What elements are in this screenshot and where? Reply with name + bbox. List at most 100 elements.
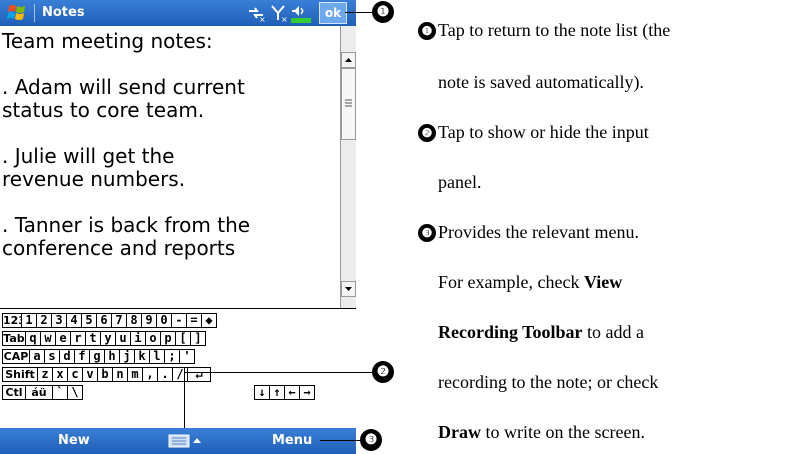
input-panel-icon[interactable]	[168, 433, 204, 449]
key[interactable]: ↑	[269, 385, 285, 400]
key[interactable]: u	[115, 331, 131, 346]
key[interactable]: z	[37, 367, 53, 382]
key[interactable]: ←	[284, 385, 300, 400]
desc-text: For example, check	[438, 272, 584, 292]
scroll-down-button[interactable]	[341, 281, 356, 297]
note-line: . Julie will get the	[2, 144, 175, 168]
key[interactable]: =	[186, 313, 202, 328]
key[interactable]: x	[52, 367, 68, 382]
key[interactable]: -	[171, 313, 187, 328]
key[interactable]: 5	[81, 313, 97, 328]
svg-text:×: ×	[281, 15, 288, 23]
key[interactable]: .	[157, 367, 173, 382]
new-button[interactable]: New	[58, 433, 90, 448]
key[interactable]: 0	[156, 313, 172, 328]
key[interactable]: 2	[36, 313, 52, 328]
menu-button[interactable]: Menu	[272, 433, 312, 448]
desc-text: Tap to show or hide the input	[438, 122, 649, 142]
number-badge-2: ❷	[418, 124, 436, 142]
key[interactable]: 7	[111, 313, 127, 328]
key[interactable]: 4	[66, 313, 82, 328]
device-screen: Notes × × ok Team meeting notes: . Adam …	[0, 0, 356, 454]
key[interactable]: e	[55, 331, 71, 346]
volume-battery-icon[interactable]	[290, 3, 314, 23]
key[interactable]: k	[134, 349, 150, 364]
number-badge-1: ❶	[418, 22, 436, 40]
key[interactable]: v	[82, 367, 98, 382]
arrow-down-icon	[345, 287, 352, 291]
key[interactable]: CAP	[2, 349, 30, 364]
desc-bold-text: Recording Toolbar	[438, 322, 583, 342]
key[interactable]: g	[89, 349, 105, 364]
key[interactable]: [	[175, 331, 191, 346]
key[interactable]: m	[127, 367, 143, 382]
key[interactable]: l	[149, 349, 165, 364]
key[interactable]: →	[299, 385, 315, 400]
scroll-up-button[interactable]	[341, 52, 356, 68]
key[interactable]: q	[25, 331, 41, 346]
desc-text: to add a	[582, 322, 645, 342]
callout-line-2	[184, 372, 374, 373]
key[interactable]: `	[52, 385, 68, 400]
key[interactable]: a	[29, 349, 45, 364]
key[interactable]: t	[85, 331, 101, 346]
key[interactable]: r	[70, 331, 86, 346]
desc-item-1-line-2: note is saved automatically).	[438, 72, 644, 92]
connectivity-icon[interactable]: ×	[246, 3, 266, 23]
key[interactable]: j	[119, 349, 135, 364]
callout-line-3	[320, 440, 362, 441]
note-line: conference and reports	[2, 236, 236, 260]
key[interactable]: ◆	[201, 313, 217, 328]
key[interactable]: 6	[96, 313, 112, 328]
key[interactable]: d	[59, 349, 75, 364]
key[interactable]: \	[67, 385, 83, 400]
key[interactable]: Tab	[2, 331, 26, 346]
key[interactable]: s	[44, 349, 60, 364]
key[interactable]: 8	[126, 313, 142, 328]
key[interactable]: p	[160, 331, 176, 346]
key[interactable]: 9	[141, 313, 157, 328]
title-bar: Notes × × ok	[0, 0, 356, 26]
desc-bold-text: Draw	[438, 422, 481, 442]
callout-badge-2: ❷	[372, 361, 394, 383]
vertical-scrollbar[interactable]	[340, 26, 356, 308]
key[interactable]: h	[104, 349, 120, 364]
key[interactable]: áü	[25, 385, 53, 400]
desc-item-2-line-1: ❷ Tap to show or hide the input	[418, 122, 649, 143]
key[interactable]: c	[67, 367, 83, 382]
key[interactable]: n	[112, 367, 128, 382]
key[interactable]: ]	[190, 331, 206, 346]
desc-text: Tap to return to the note list (the	[438, 20, 671, 40]
key[interactable]: Ctl	[2, 385, 26, 400]
key[interactable]: o	[145, 331, 161, 346]
desc-text: to write on the screen.	[481, 422, 645, 442]
app-title: Notes	[42, 5, 85, 20]
key[interactable]: 1	[21, 313, 37, 328]
key[interactable]: b	[97, 367, 113, 382]
signal-off-icon[interactable]: ×	[270, 3, 288, 23]
key[interactable]: /	[172, 367, 188, 382]
key[interactable]: w	[40, 331, 56, 346]
ok-button[interactable]: ok	[319, 2, 347, 24]
desc-item-1-line-1: ❶ Tap to return to the note list (the	[418, 20, 670, 41]
windows-start-icon[interactable]	[6, 3, 28, 23]
key[interactable]: y	[100, 331, 116, 346]
key[interactable]: '	[179, 349, 195, 364]
key[interactable]: ,	[142, 367, 158, 382]
note-text-area[interactable]: Team meeting notes: . Adam will send cur…	[0, 26, 340, 308]
desc-item-3-line-2: For example, check View	[438, 272, 622, 293]
key[interactable]: 123	[2, 313, 22, 328]
key[interactable]: 3	[51, 313, 67, 328]
callout-vline-2	[184, 368, 185, 428]
key[interactable]: i	[130, 331, 146, 346]
scroll-thumb[interactable]	[341, 68, 356, 140]
key[interactable]: ↓	[254, 385, 270, 400]
note-line: . Tanner is back from the	[2, 213, 251, 237]
number-badge-3: ❸	[418, 224, 436, 242]
key[interactable]: f	[74, 349, 90, 364]
key[interactable]: ↵	[187, 367, 211, 382]
grip-icon	[345, 99, 352, 107]
key[interactable]: Shift	[2, 367, 38, 382]
key[interactable]: ;	[164, 349, 180, 364]
desc-item-3-line-4: recording to the note; or check	[438, 372, 659, 392]
